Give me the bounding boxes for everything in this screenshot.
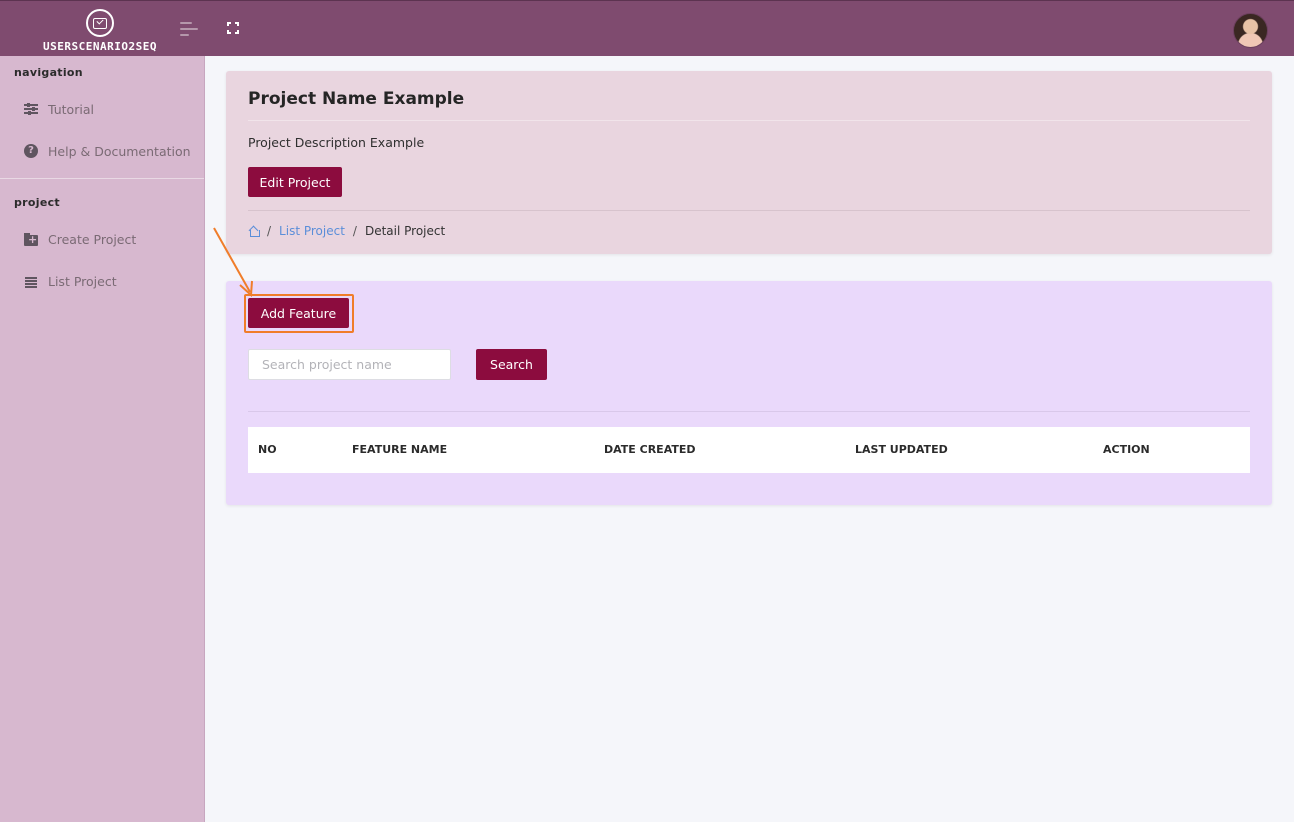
sidebar-item-tutorial[interactable]: Tutorial [24,98,94,120]
feature-card: Add Feature Search NO FEATURE NAME DATE … [226,281,1272,505]
page-title: Project Name Example [248,89,465,109]
breadcrumb-current: Detail Project [364,224,446,238]
top-bar: USERSCENARIO2SEQ [0,0,1294,56]
feature-table-header: NO FEATURE NAME DATE CREATED LAST UPDATE… [248,427,1250,473]
sidebar-item-help[interactable]: ? Help & Documentation [24,140,191,162]
sidebar-item-label: Help & Documentation [48,143,191,159]
breadcrumb: / List Project / Detail Project [248,223,445,239]
hamburger-icon[interactable] [180,22,198,38]
column-header-no[interactable]: NO [258,443,277,456]
column-header-last-updated[interactable]: LAST UPDATED [855,443,948,456]
help-icon: ? [24,144,38,158]
sidebar: navigation Tutorial ? Help & Documentati… [0,56,205,822]
search-button[interactable]: Search [476,349,547,380]
home-icon[interactable] [248,226,260,237]
breadcrumb-separator: / [352,224,357,238]
brand-name: USERSCENARIO2SEQ [43,40,157,53]
search-input[interactable] [248,349,451,380]
sidebar-divider [0,178,204,179]
sidebar-section-navigation: navigation [14,66,83,79]
sidebar-item-list-project[interactable]: List Project [24,270,117,292]
sidebar-section-project: project [14,196,60,209]
sidebar-item-label: Create Project [48,231,137,247]
sidebar-item-label: List Project [48,273,117,289]
project-card: Project Name Example Project Description… [226,71,1272,254]
breadcrumb-list-project-link[interactable]: List Project [279,224,345,238]
column-header-action[interactable]: ACTION [1103,443,1150,456]
sidebar-item-create-project[interactable]: Create Project [24,228,136,250]
folder-plus-icon [24,232,38,246]
list-icon [24,274,38,288]
project-description: Project Description Example [248,135,425,150]
breadcrumb-separator: / [267,224,272,238]
sliders-icon [24,102,38,116]
divider [248,411,1250,412]
avatar[interactable] [1233,13,1268,48]
edit-project-button[interactable]: Edit Project [248,167,342,197]
column-header-feature-name[interactable]: FEATURE NAME [352,443,447,456]
check-screen-icon [86,9,114,37]
expand-icon[interactable] [227,22,239,34]
brand-logo[interactable]: USERSCENARIO2SEQ [30,7,170,53]
add-feature-button[interactable]: Add Feature [248,298,349,328]
divider [248,210,1250,211]
column-header-date-created[interactable]: DATE CREATED [604,443,696,456]
divider [248,120,1250,121]
sidebar-item-label: Tutorial [48,101,94,117]
